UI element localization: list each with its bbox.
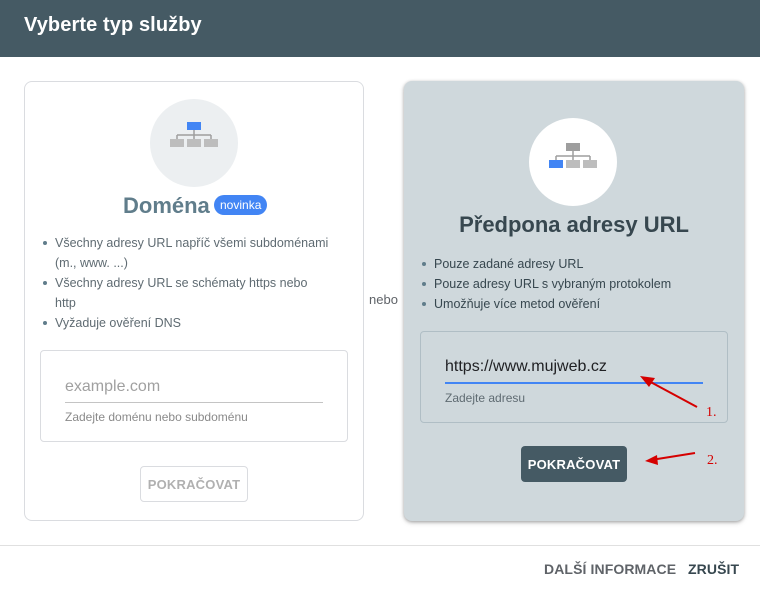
footer-divider xyxy=(0,545,760,546)
annotation-arrow-1 xyxy=(640,376,698,408)
cancel-button[interactable]: ZRUŠIT xyxy=(688,561,739,577)
annotation-arrow-2 xyxy=(645,452,696,465)
annotation-label-2: 2. xyxy=(707,453,718,468)
annotation-label-1: 1. xyxy=(706,405,717,420)
annotation-overlay xyxy=(640,376,698,465)
more-info-button[interactable]: DALŠÍ INFORMACE xyxy=(544,561,676,577)
